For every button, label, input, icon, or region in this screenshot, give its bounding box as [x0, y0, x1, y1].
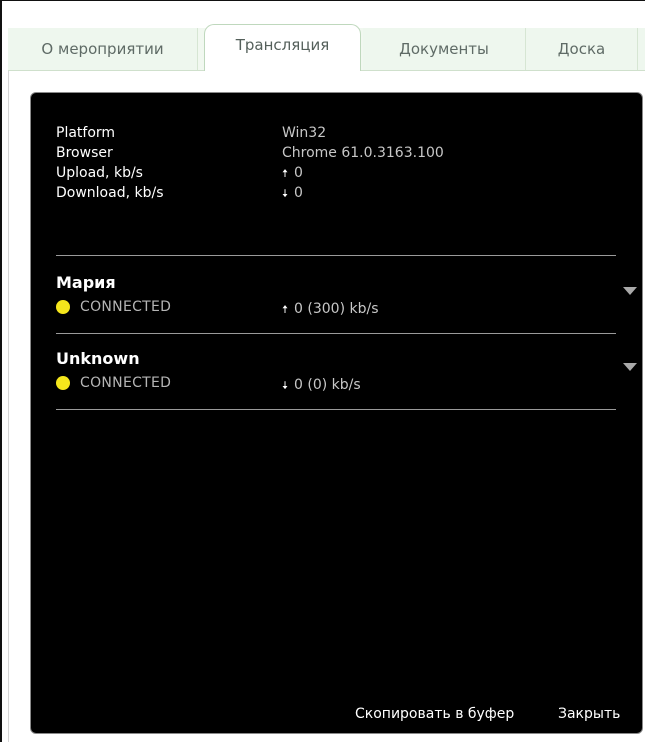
info-row-download: Download, kb/s 🠇 0 — [56, 185, 616, 205]
tab-bar: О мероприятии Трансляция Документы Доска — [8, 24, 645, 71]
rate-value: 0 (300) kb/s — [294, 301, 379, 317]
participant-rate: 🠅 0 (300) kb/s — [282, 301, 379, 320]
arrow-up-icon: 🠅 — [282, 167, 289, 180]
rate-value: 0 (0) kb/s — [294, 377, 361, 393]
info-label: Download, kb/s — [56, 185, 164, 201]
tab-stream[interactable]: Трансляция — [204, 24, 361, 71]
participant-name: Мария — [56, 273, 116, 292]
participant-name: Unknown — [56, 349, 140, 368]
participant-rate: 🠇 0 (0) kb/s — [282, 377, 361, 396]
divider — [56, 255, 616, 256]
info-label: Platform — [56, 125, 116, 141]
content-border — [8, 71, 9, 742]
status-dot-icon — [56, 376, 70, 390]
info-value: 🠇 0 — [282, 185, 303, 204]
info-row-platform: Platform Win32 — [56, 125, 616, 145]
info-label: Upload, kb/s — [56, 165, 143, 181]
tab-about-event[interactable]: О мероприятии — [8, 28, 198, 70]
chevron-down-icon[interactable] — [623, 363, 637, 371]
stream-stats-panel: Platform Win32 Browser Chrome 61.0.3163.… — [30, 92, 643, 734]
tab-board[interactable]: Доска — [526, 28, 638, 70]
tab-bar-filler — [638, 28, 645, 70]
divider — [56, 409, 616, 410]
upload-value: 0 — [294, 165, 303, 181]
window-frame-left — [0, 0, 2, 742]
status-text: CONNECTED — [80, 375, 172, 391]
download-value: 0 — [294, 185, 303, 201]
close-button[interactable]: Закрыть — [558, 706, 620, 722]
info-value: Win32 — [282, 125, 327, 141]
info-label: Browser — [56, 145, 113, 161]
info-value: Chrome 61.0.3163.100 — [282, 145, 444, 161]
arrow-up-icon: 🠅 — [282, 303, 289, 316]
window-frame-top — [0, 0, 645, 1]
arrow-down-icon: 🠇 — [282, 379, 289, 392]
connection-info: Platform Win32 Browser Chrome 61.0.3163.… — [56, 125, 616, 205]
participant-row: Мария CONNECTED 🠅 0 (300) kb/s — [56, 273, 637, 333]
divider — [56, 333, 616, 334]
participant-row: Unknown CONNECTED 🠇 0 (0) kb/s — [56, 349, 637, 409]
info-value: 🠅 0 — [282, 165, 303, 184]
participant-status: CONNECTED — [56, 299, 171, 315]
arrow-down-icon: 🠇 — [282, 187, 289, 200]
status-text: CONNECTED — [80, 299, 172, 315]
copy-to-clipboard-button[interactable]: Скопировать в буфер — [355, 706, 514, 722]
info-row-browser: Browser Chrome 61.0.3163.100 — [56, 145, 616, 165]
tab-documents[interactable]: Документы — [363, 28, 526, 70]
info-row-upload: Upload, kb/s 🠅 0 — [56, 165, 616, 185]
status-dot-icon — [56, 300, 70, 314]
participant-status: CONNECTED — [56, 375, 171, 391]
chevron-down-icon[interactable] — [623, 287, 637, 295]
